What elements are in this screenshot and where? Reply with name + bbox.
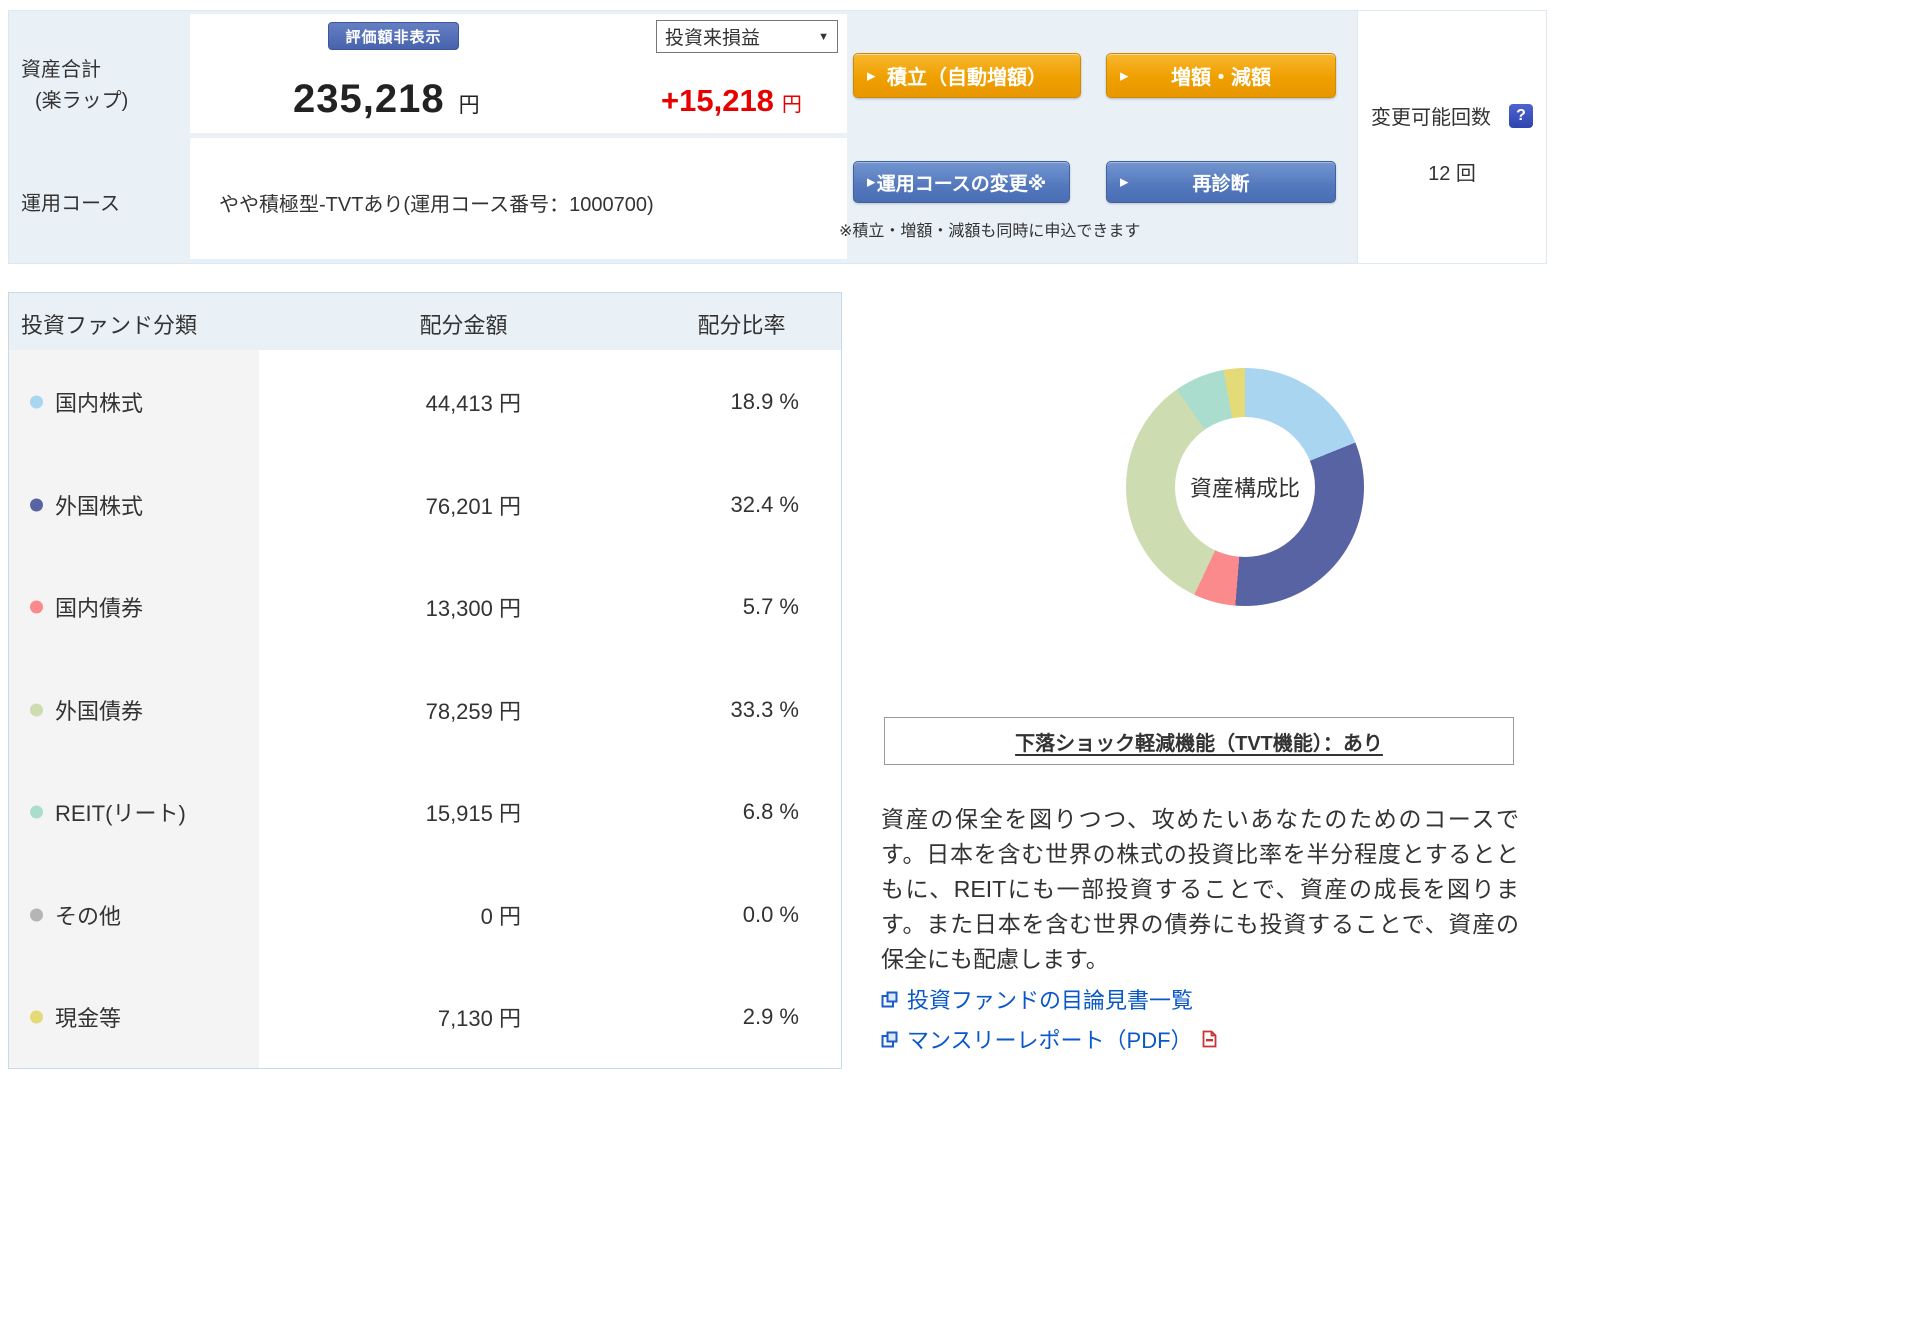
fund-ratio: 18.9 % [730,388,800,414]
change-count-label-row: 変更可能回数 ? [1358,101,1546,130]
fund-ratio: 33.3 % [730,696,800,722]
fund-label: 国内債券 [55,595,144,621]
fund-color-dot [30,498,43,511]
table-row: 現金等 7,130 円 2.9 % [9,965,841,1068]
fund-label: 外国株式 [55,493,144,519]
fund-label: 現金等 [55,1005,122,1031]
change-course-button-label: 運用コースの変更※ [876,173,1047,195]
course-description: 資産の保全を図りつつ、攻めたいあなたのためのコースです。日本を含む世界の株式の投… [881,806,1519,972]
fund-amount: 15,915 円 [425,800,521,826]
pl-amount-row: +15,218 円 [661,83,802,119]
tvt-feature-title: 下落ショック軽減機能（TVT機能）：あり [1015,732,1383,755]
fund-allocation-table: 投資ファンド分類 配分金額 配分比率 国内株式 44,413 円 18.9 % … [8,292,842,1069]
fund-color-dot [30,908,43,921]
tvt-feature-box: 下落ショック軽減機能（TVT機能）：あり [884,717,1514,765]
asset-total-label: 資産合計 (楽ラップ) [21,55,128,117]
donut-center-label: 資産構成比 [1189,476,1300,501]
fund-ratio: 6.8 % [742,798,799,824]
arrow-right-icon: ▶ [867,70,876,82]
asset-total-label-line2: (楽ラップ) [35,90,129,112]
fund-ratio: 0.0 % [742,901,799,927]
fund-amount: 78,259 円 [425,698,521,724]
change-course-button[interactable]: ▶ 運用コースの変更※ [853,161,1070,203]
table-row: 外国株式 76,201 円 32.4 % [9,453,841,556]
table-row: REIT(リート) 15,915 円 6.8 % [9,760,841,863]
fund-ratio: 2.9 % [742,1003,799,1029]
table-row: 外国債券 78,259 円 33.3 % [9,658,841,761]
arrow-right-icon: ▶ [867,176,876,189]
simultaneous-apply-note: ※積立・増額・減額も同時に申込できます [839,223,1141,240]
rediagnosis-button[interactable]: ▶ 再診断 [1106,161,1336,203]
prospectus-link[interactable]: 投資ファンドの目論見書一覧 [881,983,1217,1015]
fund-label: 外国債券 [55,698,144,724]
external-link-icon [881,991,898,1007]
fund-label: その他 [55,903,122,929]
asset-total-label-line1: 資産合計 [21,59,101,81]
pdf-icon [1202,1030,1216,1048]
change-count-label: 変更可能回数 [1371,107,1491,129]
prospectus-link-label: 投資ファンドの目論見書一覧 [907,988,1194,1013]
pl-unit: 円 [781,94,802,116]
monthly-report-link[interactable]: マンスリーレポート（PDF） [881,1023,1217,1055]
donut-center: 資産構成比 [1175,417,1315,557]
fund-color-dot [30,395,43,408]
fund-ratio: 5.7 % [742,593,799,619]
fund-color-dot [30,600,43,613]
fund-ratio: 32.4 % [730,491,800,517]
arrow-right-icon: ▶ [1120,70,1129,82]
table-row: 国内株式 44,413 円 18.9 % [9,350,841,453]
column-header-fund-class: 投資ファンド分類 [21,313,198,338]
pl-period-select[interactable]: 投資来損益 ▼ [656,20,838,53]
pl-select-value: 投資来損益 [665,28,761,49]
change-count-value: 12 回 [1428,163,1476,185]
external-link-icon [881,1031,898,1047]
pl-value: +15,218 [661,83,774,118]
tsumitate-button-label: 積立（自動増額） [887,67,1047,89]
fund-color-dot [30,805,43,818]
fund-amount: 76,201 円 [425,493,521,519]
course-value: やや積極型-TVTあり(運用コース番号：1000700) [219,194,654,216]
zougaku-gengaku-button-label: 増額・減額 [1171,67,1271,89]
rediagnosis-button-label: 再診断 [1192,173,1250,195]
help-icon[interactable]: ? [1509,103,1533,128]
fund-amount: 7,130 円 [437,1005,521,1031]
total-asset-amount: 235,218 円 [293,77,480,122]
chevron-down-icon: ▼ [818,30,829,43]
table-header-row: 投資ファンド分類 配分金額 配分比率 [9,293,841,350]
zougaku-gengaku-button[interactable]: ▶ 増額・減額 [1106,53,1336,98]
document-links: 投資ファンドの目論見書一覧 マンスリーレポート（PDF） [881,983,1217,1063]
arrow-right-icon: ▶ [1120,176,1129,189]
fund-amount: 0 円 [480,903,521,929]
fund-color-dot [30,703,43,716]
table-row: 国内債券 13,300 円 5.7 % [9,555,841,658]
column-header-ratio: 配分比率 [697,313,786,338]
fund-amount: 44,413 円 [425,390,521,416]
fund-label: 国内株式 [55,390,144,416]
change-count-panel: 変更可能回数 ? 12 回 [1357,10,1547,264]
account-summary-panel: 資産合計 (楽ラップ) 評価額非表示 235,218 円 投資来損益 ▼ +15… [8,10,1358,264]
course-label: 運用コース [21,193,120,215]
table-row: その他 0 円 0.0 % [9,863,841,966]
total-asset-value: 235,218 [293,77,445,121]
monthly-report-link-label: マンスリーレポート（PDF） [907,1028,1193,1053]
hide-valuation-button[interactable]: 評価額非表示 [328,22,459,50]
rakuten-wrap-dashboard: 資産合計 (楽ラップ) 評価額非表示 235,218 円 投資来損益 ▼ +15… [0,0,1912,1318]
total-asset-unit: 円 [458,94,480,117]
fund-amount: 13,300 円 [425,595,521,621]
fund-label: REIT(リート) [55,800,186,826]
tsumitate-button[interactable]: ▶ 積立（自動増額） [853,53,1081,98]
fund-color-dot [30,1010,43,1023]
asset-donut-chart: 資産構成比 [1126,368,1364,606]
column-header-amount: 配分金額 [419,313,508,338]
